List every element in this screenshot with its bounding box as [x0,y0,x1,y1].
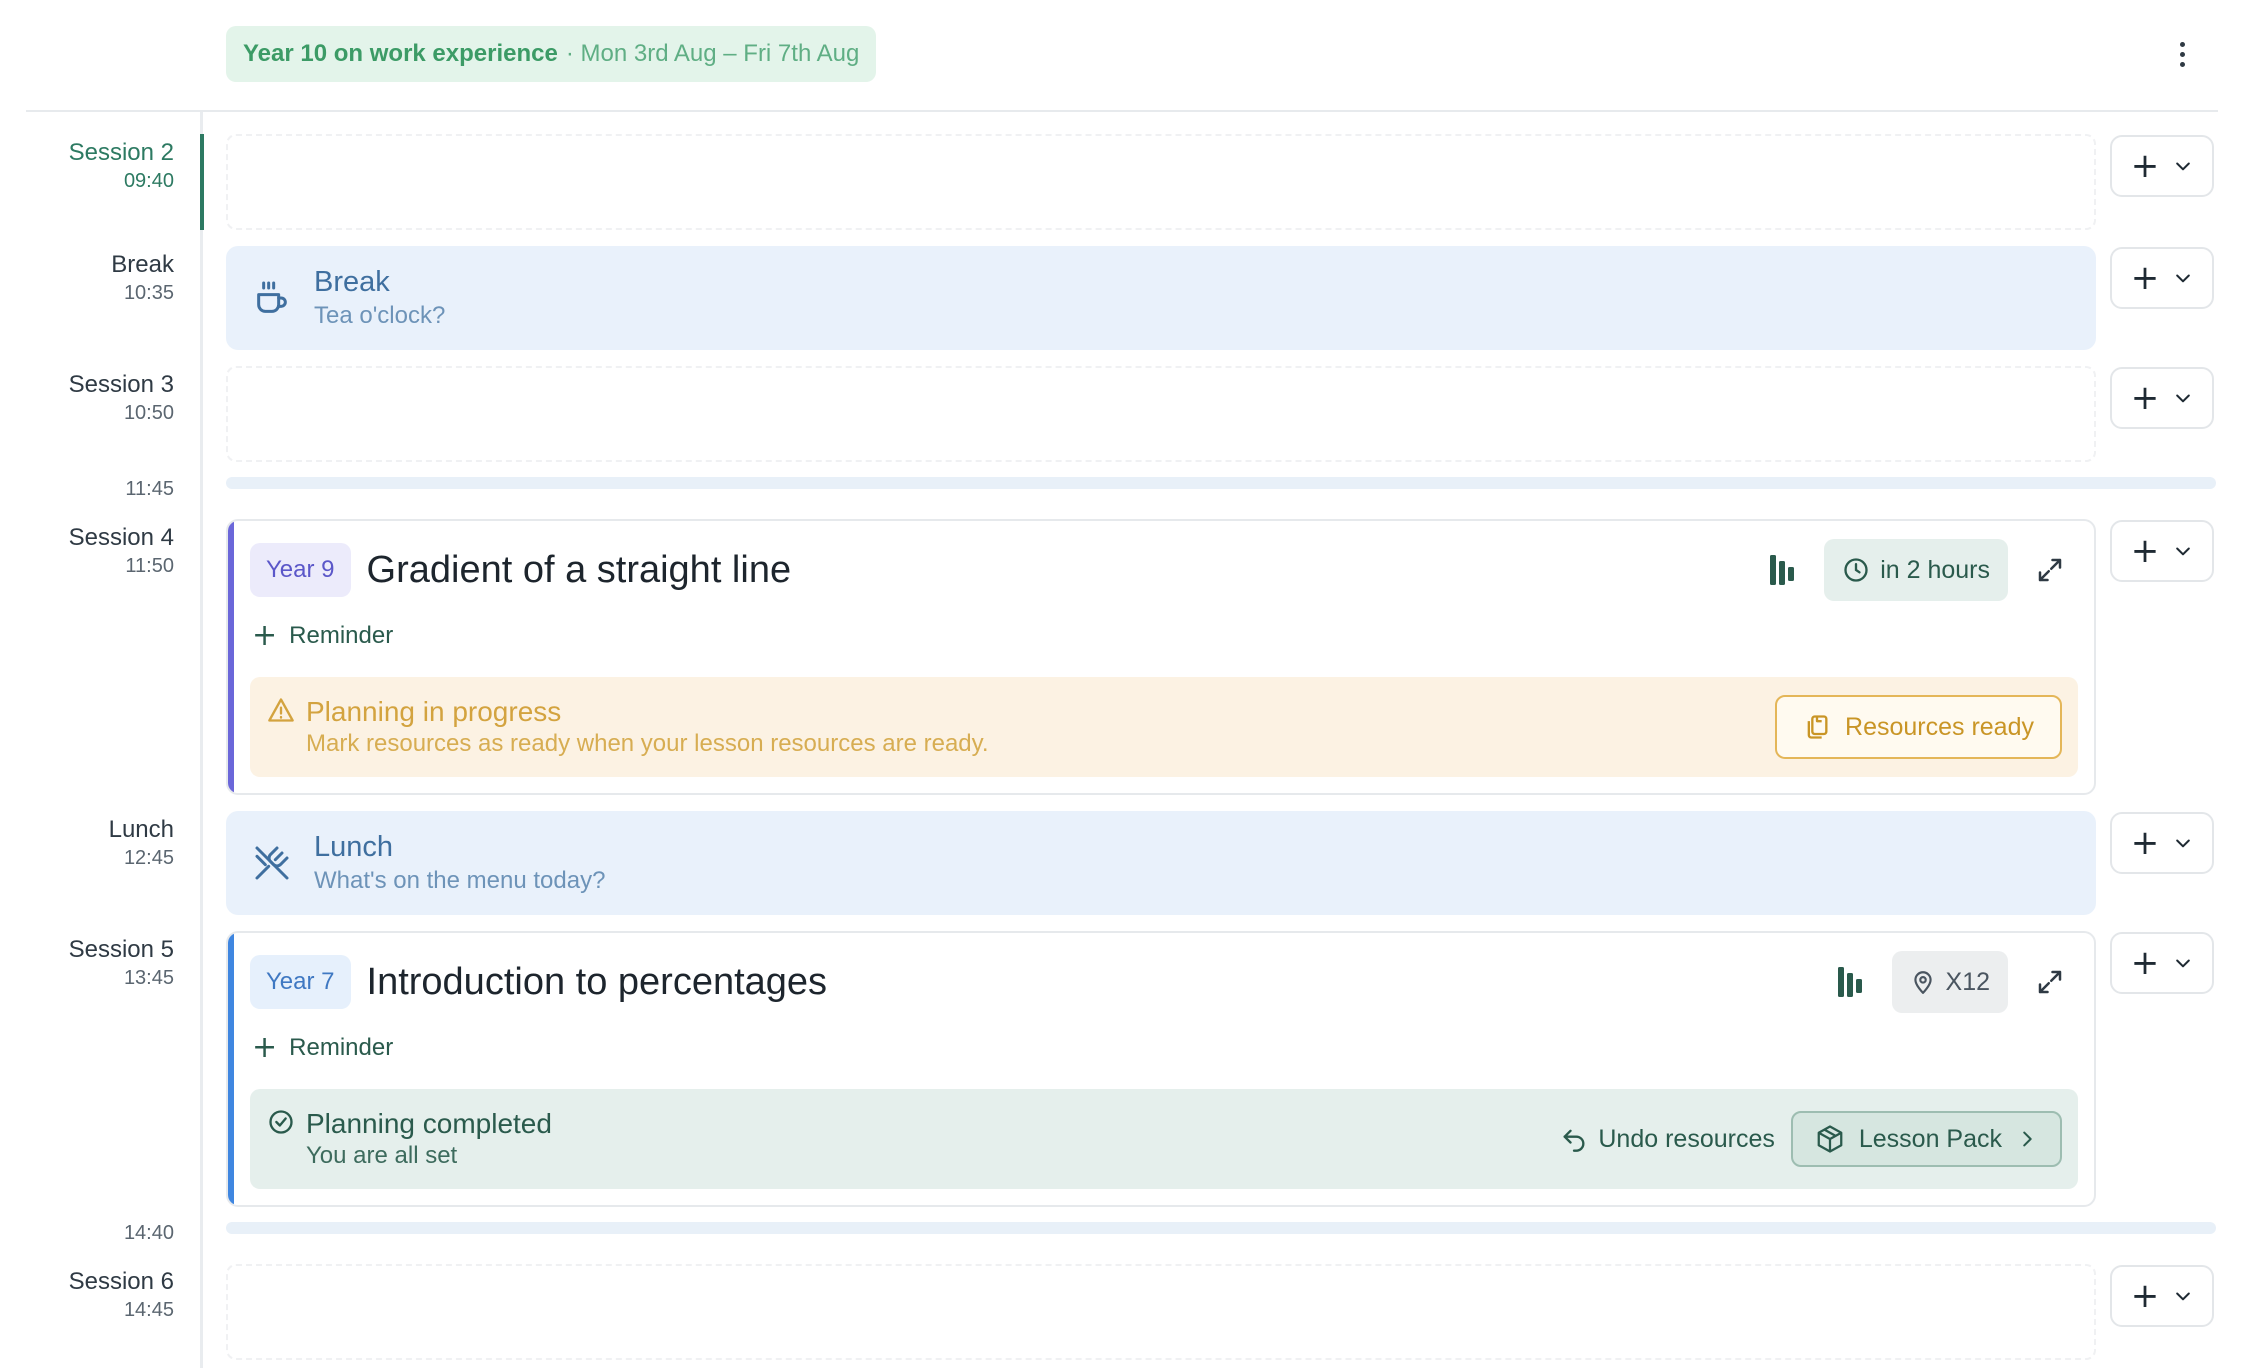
slot-label-session-4: Session 4 11:50 [68,524,174,577]
time-until-chip[interactable]: in 2 hours [1824,539,2008,601]
status-subtitle: Mark resources as ready when your lesson… [306,730,989,757]
timeline-line [200,112,203,1368]
header-divider [26,110,2218,112]
room-label: X12 [1945,967,1990,996]
lesson-pack-button[interactable]: Lesson Pack [1790,1111,2062,1167]
clock-icon [1844,558,1868,582]
plus-icon: + [2130,943,2160,983]
slot-label-break: Break 10:35 [111,251,174,304]
reminder-label: Reminder [289,1034,394,1061]
package-box-icon [1817,1125,1843,1153]
expand-icon[interactable] [2026,546,2074,594]
break-subtitle: Tea o'clock? [314,302,446,329]
expand-icon[interactable] [2026,958,2074,1006]
lesson-plan-icon[interactable] [1758,546,1806,594]
slot-label-session-3: Session 3 10:50 [68,371,174,424]
lesson-plan-icon[interactable] [1826,958,1874,1006]
location-pin-icon [1913,971,1932,994]
lesson-accent-bar [228,933,234,1205]
chevron-down-icon [2176,162,2191,171]
chevron-down-icon [2176,274,2191,283]
undo-icon [1563,1129,1585,1152]
add-item-button[interactable]: + [2110,247,2214,309]
plus-icon: + [2130,258,2160,298]
resources-ready-label: Resources ready [1845,712,2034,741]
resources-ready-button[interactable]: Resources ready [1775,695,2062,759]
undo-resources-button[interactable]: Undo resources [1560,1125,1780,1154]
chevron-right-icon [2023,1131,2032,1147]
add-reminder-button[interactable]: + Reminder [252,621,393,651]
add-item-button[interactable]: + [2110,135,2214,197]
warning-icon [266,695,296,725]
lunch-card[interactable]: Lunch What's on the menu today? [226,811,2096,915]
break-card[interactable]: Break Tea o'clock? [226,246,2096,350]
slot-label-session-2: Session 2 09:40 [68,139,174,192]
add-item-button[interactable]: + [2110,367,2214,429]
status-title: Planning in progress [306,696,562,727]
check-circle-icon [266,1107,296,1137]
plus-icon: + [2130,378,2160,418]
lesson-card-gradient[interactable]: Year 9 Gradient of a straight line in 2 … [226,519,2096,795]
more-vertical-icon[interactable] [2168,36,2196,72]
page-header: Year 10 on work experience · Mon 3rd Aug… [0,0,2244,112]
add-item-button[interactable]: + [2110,1265,2214,1327]
chevron-down-icon [2176,959,2191,968]
event-banner[interactable]: Year 10 on work experience · Mon 3rd Aug… [226,26,877,82]
current-session-indicator [200,134,204,230]
empty-slot-session-2[interactable] [226,134,2096,230]
add-item-button[interactable]: + [2110,520,2214,582]
year-pill[interactable]: Year 9 [250,543,351,597]
lesson-card-percentages[interactable]: Year 7 Introduction to percentages X12 +… [226,931,2096,1207]
room-chip[interactable]: X12 [1891,951,2008,1013]
add-reminder-button[interactable]: + Reminder [252,1033,393,1063]
banner-dates: · Mon 3rd Aug – Fri 7th Aug [565,40,860,67]
lunch-subtitle: What's on the menu today? [314,867,606,894]
add-item-button[interactable]: + [2110,812,2214,874]
chevron-down-icon [2176,1292,2191,1301]
lesson-title[interactable]: Gradient of a straight line [367,549,792,592]
chevron-down-icon [2176,394,2191,403]
slot-label-lunch: Lunch 12:45 [108,816,174,869]
slot-time-end: 14:40 [123,1222,174,1244]
break-title: Break [314,266,390,298]
year-pill[interactable]: Year 7 [250,955,351,1009]
lesson-accent-bar [228,521,234,793]
plus-icon: + [2130,531,2160,571]
plus-icon: + [2130,146,2160,186]
time-until-label: in 2 hours [1880,555,1990,584]
undo-resources-label: Undo resources [1598,1124,1775,1153]
plus-icon: + [252,618,278,653]
empty-slot-session-6[interactable] [226,1264,2096,1360]
lunch-title: Lunch [314,831,394,863]
utensils-crossed-icon [252,843,292,883]
slot-time-end: 11:45 [125,478,174,500]
add-item-button[interactable]: + [2110,932,2214,994]
status-subtitle: You are all set [306,1142,458,1169]
planning-status-box: Planning in progress Mark resources as r… [250,677,2078,777]
slot-label-session-6: Session 6 14:45 [68,1268,174,1321]
chevron-down-icon [2176,839,2191,848]
slot-separator [226,1222,2216,1234]
plus-icon: + [252,1030,278,1065]
lesson-pack-label: Lesson Pack [1858,1124,2002,1153]
status-title: Planning completed [306,1108,552,1139]
coffee-cup-icon [252,278,292,318]
slot-separator [226,477,2216,489]
plus-icon: + [2130,1276,2160,1316]
chevron-down-icon [2176,547,2191,556]
lesson-title[interactable]: Introduction to percentages [367,961,828,1004]
planning-status-box: Planning completed You are all set Undo … [250,1089,2078,1189]
reminder-label: Reminder [289,622,394,649]
empty-slot-session-3[interactable] [226,366,2096,462]
copy-files-icon [1807,715,1828,739]
slot-label-session-5: Session 5 13:45 [68,936,174,989]
banner-title: Year 10 on work experience [243,40,558,67]
plus-icon: + [2130,823,2160,863]
